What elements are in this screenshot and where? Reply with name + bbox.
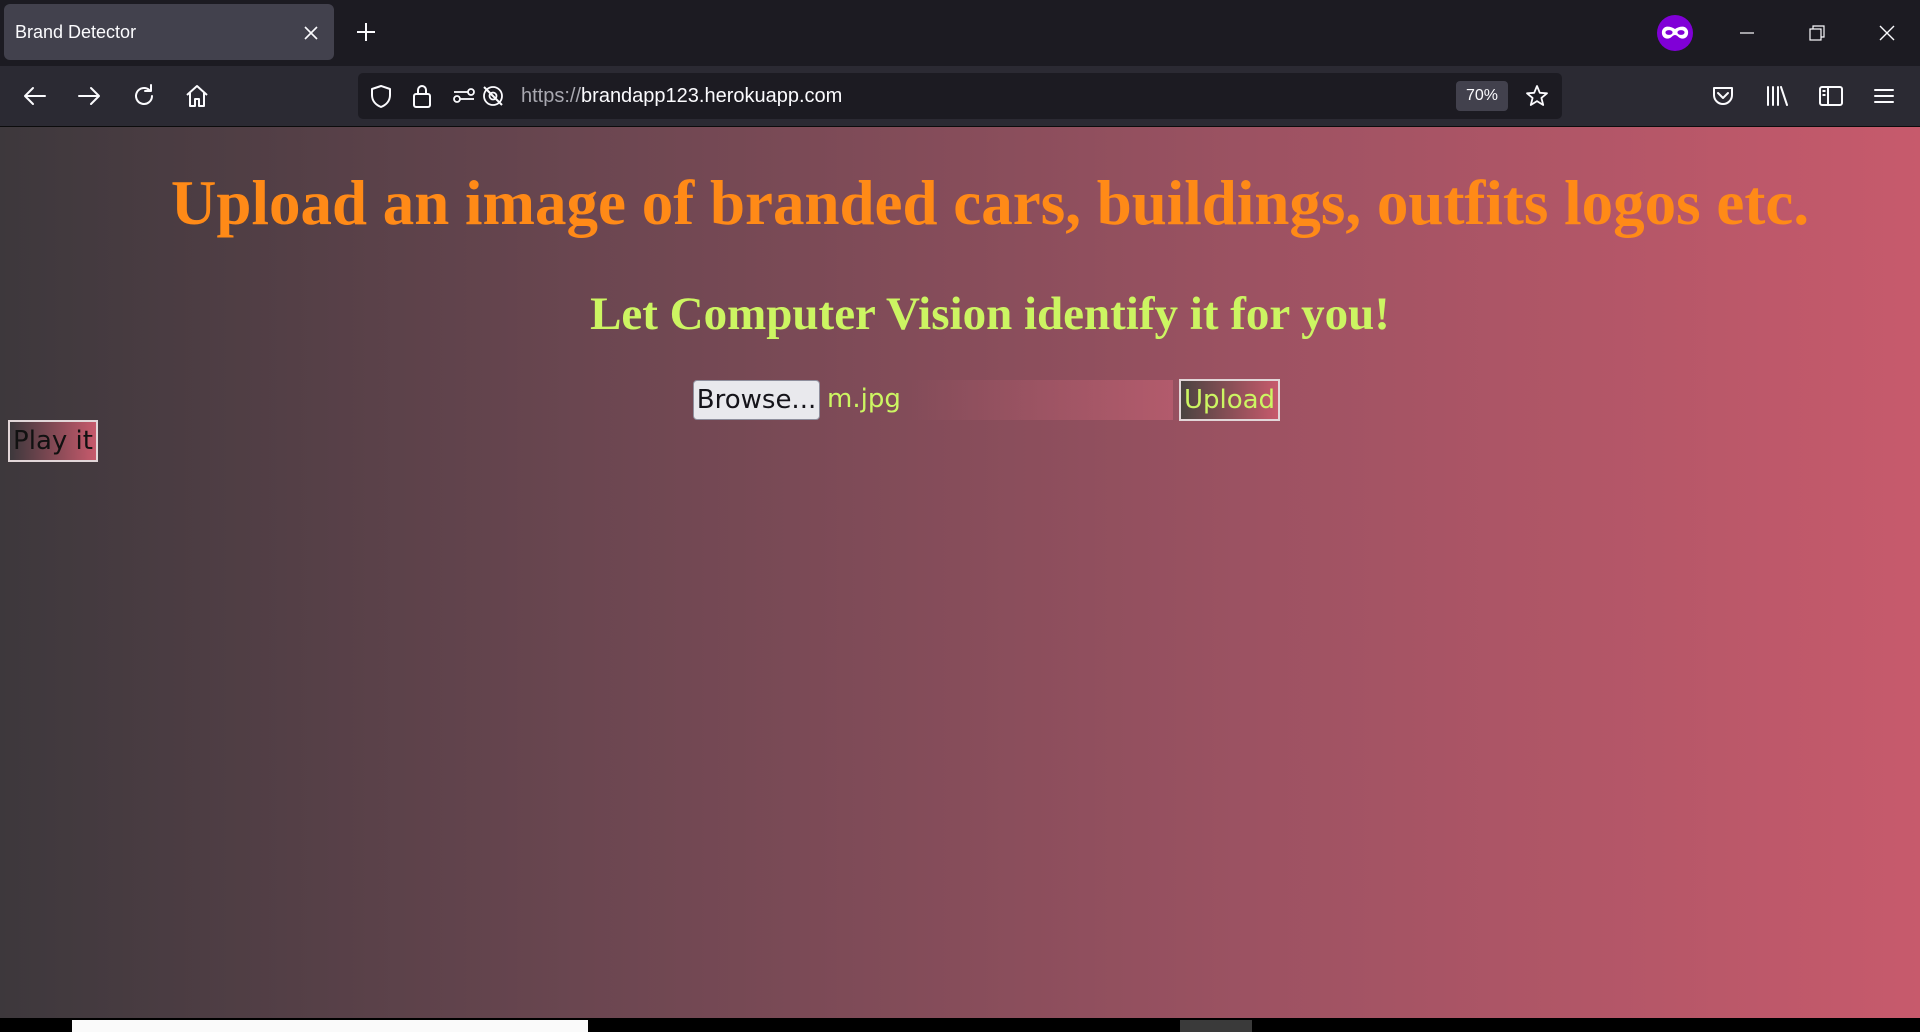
navigation-toolbar: https://brandapp123.herokuapp.com 70% bbox=[0, 66, 1920, 127]
selected-file-name: m.jpg bbox=[827, 384, 901, 414]
browse-button[interactable]: Browse... bbox=[693, 380, 820, 420]
tab-strip: Brand Detector bbox=[0, 0, 1920, 66]
camera-blocked-icon[interactable] bbox=[480, 83, 506, 109]
tab-brand-detector[interactable]: Brand Detector bbox=[4, 4, 334, 60]
restore-window-icon[interactable] bbox=[1802, 18, 1832, 48]
minimize-window-icon[interactable] bbox=[1732, 18, 1762, 48]
close-window-icon[interactable] bbox=[1872, 18, 1902, 48]
pocket-icon[interactable] bbox=[1709, 82, 1737, 110]
sidebar-icon[interactable] bbox=[1817, 82, 1845, 110]
os-taskbar bbox=[0, 1018, 1920, 1032]
page-headline: Upload an image of branded cars, buildin… bbox=[170, 168, 1810, 238]
url-protocol: https:// bbox=[521, 85, 582, 107]
taskbar-search-box[interactable] bbox=[72, 1020, 588, 1032]
lock-icon[interactable] bbox=[410, 82, 434, 110]
shield-icon[interactable] bbox=[368, 83, 394, 109]
close-tab-icon[interactable] bbox=[302, 24, 320, 42]
home-icon[interactable] bbox=[183, 82, 211, 110]
file-input[interactable]: Browse... m.jpg bbox=[693, 380, 1173, 420]
taskbar-app-button[interactable] bbox=[1180, 1020, 1252, 1032]
library-icon[interactable] bbox=[1763, 82, 1791, 110]
hamburger-menu-icon[interactable] bbox=[1870, 82, 1898, 110]
reload-icon[interactable] bbox=[130, 82, 158, 110]
url-host: brandapp123.herokuapp.com bbox=[581, 85, 843, 107]
star-icon[interactable] bbox=[1524, 83, 1550, 109]
url-text[interactable]: https://brandapp123.herokuapp.com bbox=[521, 85, 842, 108]
web-page: Upload an image of branded cars, buildin… bbox=[0, 127, 1920, 1018]
new-tab-icon[interactable] bbox=[354, 20, 378, 44]
private-browsing-mask-icon bbox=[1657, 15, 1693, 51]
page-subheadline: Let Computer Vision identify it for you! bbox=[590, 288, 1390, 340]
address-bar[interactable]: https://brandapp123.herokuapp.com 70% bbox=[358, 73, 1562, 119]
play-it-button[interactable]: Play it bbox=[8, 420, 98, 462]
upload-button[interactable]: Upload bbox=[1179, 379, 1280, 421]
permissions-icon[interactable] bbox=[452, 84, 476, 108]
zoom-level-badge[interactable]: 70% bbox=[1456, 81, 1508, 111]
tab-title: Brand Detector bbox=[15, 22, 137, 42]
forward-arrow-icon[interactable] bbox=[75, 82, 103, 110]
back-arrow-icon[interactable] bbox=[21, 82, 49, 110]
